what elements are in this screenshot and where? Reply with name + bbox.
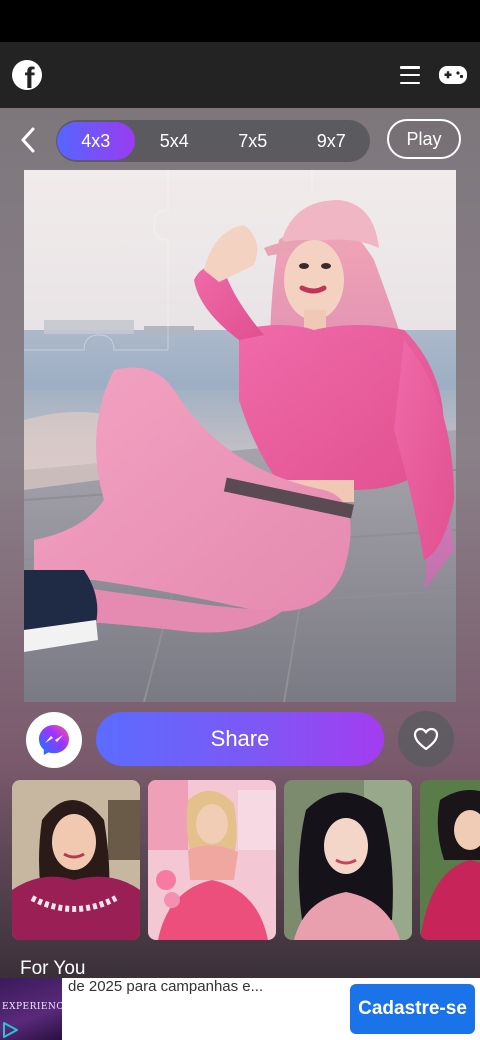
ad-image[interactable]: EXPERIENCE [0, 978, 62, 1040]
ad-text[interactable]: de 2025 para campanhas e... [68, 978, 338, 995]
play-button[interactable]: Play [387, 119, 461, 159]
size-tab-4x3[interactable]: 4x3 [57, 122, 135, 160]
for-you-heading: For You [20, 958, 86, 978]
puzzle-thumbnail[interactable] [284, 780, 412, 940]
size-tab-9x7[interactable]: 9x7 [293, 122, 371, 160]
heart-icon [413, 727, 439, 751]
back-button[interactable] [14, 124, 42, 156]
share-button[interactable]: Share [96, 712, 384, 766]
puzzle-thumbnail[interactable] [420, 780, 480, 940]
size-tab-7x5[interactable]: 7x5 [214, 122, 292, 160]
ad-choices-icon[interactable] [2, 1022, 18, 1038]
top-app-bar: f [0, 42, 480, 108]
ad-image-text: EXPERIENCE [2, 1002, 62, 1012]
hamburger-menu-icon[interactable] [400, 66, 420, 84]
facebook-icon[interactable]: f [12, 60, 42, 90]
ad-cta-button[interactable]: Cadastre-se [350, 984, 475, 1034]
related-puzzles-carousel [12, 780, 480, 942]
messenger-icon [39, 725, 69, 755]
status-bar [0, 0, 480, 42]
puzzle-thumbnail[interactable] [148, 780, 276, 940]
puzzle-image[interactable] [24, 170, 456, 702]
messenger-share-button[interactable] [26, 712, 82, 768]
ad-banner[interactable]: EXPERIENCE de 2025 para campanhas e... C… [0, 978, 480, 1040]
puzzle-thumbnail[interactable] [12, 780, 140, 940]
piece-count-selector: 4x3 5x4 7x5 9x7 [56, 120, 370, 162]
chevron-left-icon [21, 127, 35, 153]
size-tab-5x4[interactable]: 5x4 [136, 122, 214, 160]
puzzle-screen: 4x3 5x4 7x5 9x7 Play Share For You [0, 108, 480, 978]
gamepad-icon[interactable] [438, 64, 468, 86]
favorite-button[interactable] [398, 711, 454, 767]
